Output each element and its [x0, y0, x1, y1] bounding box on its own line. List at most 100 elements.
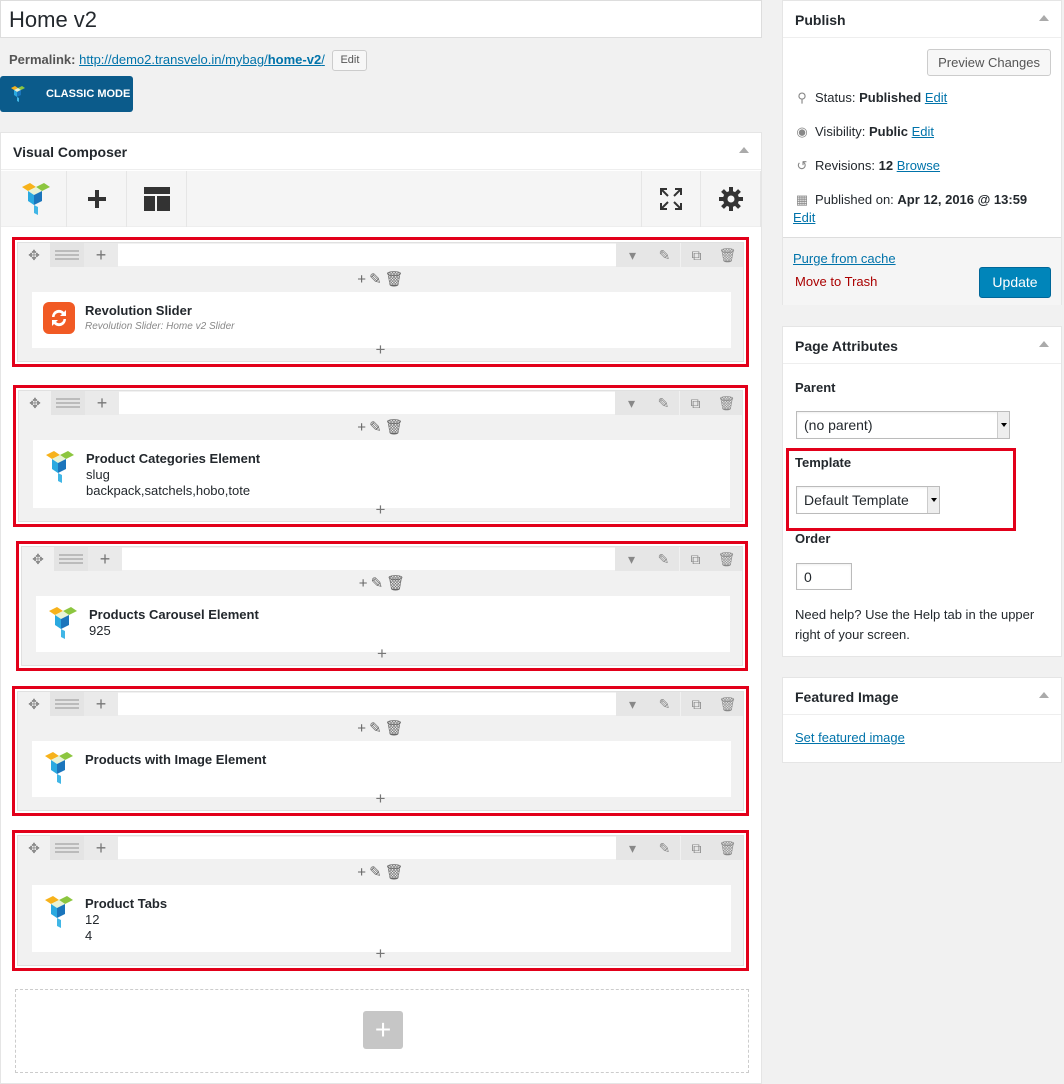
vc-row[interactable]: ✥ + ▾ ✎ ⧉ 🗑 + ✎ 🗑 Product Categories Ele…	[18, 390, 743, 522]
add-element-plus-icon[interactable]: +	[22, 645, 742, 665]
vc-row[interactable]: ✥ + ▾ ✎ ⧉ 🗑 + ✎ 🗑 Products Carousel Elem…	[21, 546, 743, 666]
classic-mode-label: CLASSIC MODE	[46, 88, 131, 100]
add-column-icon[interactable]: +	[84, 836, 118, 860]
trash-icon[interactable]: 🗑	[712, 836, 743, 860]
clone-icon[interactable]: ⧉	[681, 692, 712, 716]
row-name-field[interactable]	[118, 244, 616, 266]
pencil-icon[interactable]: ✎	[649, 836, 680, 860]
add-column-icon[interactable]: +	[84, 692, 118, 716]
add-column-icon[interactable]: +	[84, 243, 118, 267]
vc-element[interactable]: Product Categories Element slug backpack,…	[33, 440, 730, 508]
row-layout-icon[interactable]	[50, 243, 84, 267]
add-element-plus-icon[interactable]: +	[18, 945, 743, 965]
add-column-icon[interactable]: +	[88, 547, 122, 571]
move-to-trash-link[interactable]: Move to Trash	[795, 273, 877, 291]
pencil-icon[interactable]: ✎	[648, 547, 679, 571]
collapse-caret-icon[interactable]	[1039, 692, 1049, 698]
pencil-icon[interactable]: ✎	[369, 863, 382, 881]
move-handle-icon[interactable]: ✥	[18, 243, 50, 267]
trash-icon[interactable]: 🗑	[386, 574, 405, 592]
row-name-field[interactable]	[119, 392, 615, 414]
move-handle-icon[interactable]: ✥	[22, 547, 54, 571]
fullscreen-button[interactable]	[641, 171, 701, 227]
revolution-slider-icon	[43, 302, 75, 334]
plus-icon[interactable]: +	[357, 271, 366, 288]
chevron-down-icon[interactable]: ▾	[615, 391, 648, 415]
update-button[interactable]: Update	[979, 267, 1051, 298]
permalink-edit-button[interactable]: Edit	[332, 50, 368, 71]
pencil-icon[interactable]: ✎	[371, 574, 384, 592]
plus-icon[interactable]: +	[357, 864, 366, 881]
add-row-area[interactable]: +	[15, 989, 749, 1073]
add-element-plus-icon[interactable]: +	[19, 501, 742, 521]
clone-icon[interactable]: ⧉	[681, 243, 712, 267]
trash-icon[interactable]: 🗑	[385, 270, 404, 288]
published-edit-link[interactable]: Edit	[793, 210, 815, 225]
trash-icon[interactable]: 🗑	[711, 547, 742, 571]
collapse-caret-icon[interactable]	[1039, 341, 1049, 347]
vc-element[interactable]: Product Tabs 12 4	[32, 885, 731, 952]
clone-icon[interactable]: ⧉	[680, 391, 711, 415]
add-element-plus-icon[interactable]: +	[18, 341, 743, 361]
add-row-plus-icon[interactable]: +	[363, 1011, 403, 1049]
order-input[interactable]: 0	[796, 563, 852, 590]
vc-panel-header[interactable]: Visual Composer	[1, 133, 761, 170]
status-edit-link[interactable]: Edit	[925, 90, 947, 105]
revisions-browse-link[interactable]: Browse	[897, 158, 940, 173]
settings-button[interactable]	[701, 171, 761, 227]
pencil-icon[interactable]: ✎	[649, 243, 680, 267]
chevron-down-icon[interactable]: ▾	[616, 243, 649, 267]
trash-icon[interactable]: 🗑	[712, 692, 743, 716]
pencil-icon[interactable]: ✎	[369, 719, 382, 737]
vc-logo-button[interactable]	[5, 171, 67, 227]
row-layout-icon[interactable]	[50, 692, 84, 716]
plus-icon[interactable]: +	[357, 720, 366, 737]
chevron-down-icon[interactable]: ▾	[616, 692, 649, 716]
chevron-down-icon[interactable]: ▾	[615, 547, 648, 571]
add-column-icon[interactable]: +	[85, 391, 119, 415]
pencil-icon[interactable]: ✎	[648, 391, 679, 415]
row-name-field[interactable]	[118, 693, 616, 715]
featured-image-header[interactable]: Featured Image	[783, 678, 1061, 715]
row-layout-icon[interactable]	[51, 391, 85, 415]
vc-row[interactable]: ✥ + ▾ ✎ ⧉ 🗑 + ✎ 🗑 Revolution Slider Revo…	[17, 242, 744, 362]
collapse-caret-icon[interactable]	[1039, 15, 1049, 21]
row-name-field[interactable]	[122, 548, 615, 570]
post-title-input[interactable]: Home v2	[0, 0, 762, 38]
pencil-icon[interactable]: ✎	[649, 692, 680, 716]
trash-icon[interactable]: 🗑	[711, 391, 742, 415]
purge-cache-link[interactable]: Purge from cache	[793, 250, 896, 268]
chevron-down-icon[interactable]: ▾	[616, 836, 649, 860]
row-layout-icon[interactable]	[50, 836, 84, 860]
visibility-edit-link[interactable]: Edit	[912, 124, 934, 139]
plus-icon[interactable]: +	[359, 575, 368, 592]
trash-icon[interactable]: 🗑	[385, 863, 404, 881]
collapse-caret-icon[interactable]	[739, 147, 749, 153]
row-layout-icon[interactable]	[54, 547, 88, 571]
page-attributes-header[interactable]: Page Attributes	[783, 327, 1061, 364]
add-element-button[interactable]	[67, 171, 127, 227]
parent-select[interactable]: (no parent)	[796, 411, 1010, 439]
vc-row[interactable]: ✥ + ▾ ✎ ⧉ 🗑 + ✎ 🗑 Products with Image El…	[17, 691, 744, 811]
clone-icon[interactable]: ⧉	[681, 836, 712, 860]
preview-changes-button[interactable]: Preview Changes	[927, 49, 1051, 76]
trash-icon[interactable]: 🗑	[712, 243, 743, 267]
set-featured-image-link[interactable]: Set featured image	[795, 729, 905, 747]
classic-mode-button[interactable]: CLASSIC MODE	[0, 76, 133, 112]
pencil-icon[interactable]: ✎	[369, 418, 382, 436]
row-name-field[interactable]	[118, 837, 616, 859]
trash-icon[interactable]: 🗑	[385, 418, 404, 436]
permalink-link[interactable]: http://demo2.transvelo.in/mybag/home-v2/	[79, 52, 325, 67]
vc-row[interactable]: ✥ + ▾ ✎ ⧉ 🗑 + ✎ 🗑 Product Tabs 12 4 +	[17, 835, 744, 966]
move-handle-icon[interactable]: ✥	[19, 391, 51, 415]
templates-button[interactable]	[127, 171, 187, 227]
visual-composer-panel: Visual Composer ✥ + ▾ ✎ ⧉ 🗑 + ✎ 🗑 Revolu…	[0, 132, 762, 1084]
add-element-plus-icon[interactable]: +	[18, 790, 743, 810]
publish-header[interactable]: Publish	[783, 1, 1061, 38]
move-handle-icon[interactable]: ✥	[18, 836, 50, 860]
plus-icon[interactable]: +	[357, 419, 366, 436]
pencil-icon[interactable]: ✎	[369, 270, 382, 288]
move-handle-icon[interactable]: ✥	[18, 692, 50, 716]
trash-icon[interactable]: 🗑	[385, 719, 404, 737]
clone-icon[interactable]: ⧉	[680, 547, 711, 571]
